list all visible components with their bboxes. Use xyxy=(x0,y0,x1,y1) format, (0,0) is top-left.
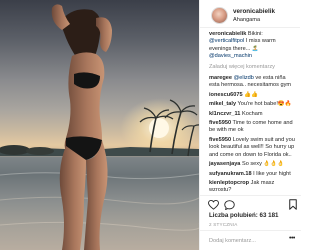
comment-bubble-icon[interactable] xyxy=(224,200,235,210)
comment-username[interactable]: five5950 xyxy=(209,137,231,143)
comment-item: ionescu6075 👍👍 xyxy=(209,92,297,99)
post-photo[interactable] xyxy=(0,0,199,250)
author-avatar[interactable] xyxy=(211,7,228,24)
caption-mention-2[interactable]: @davies_machin xyxy=(209,53,252,59)
bookmark-icon[interactable] xyxy=(289,199,297,210)
comment-item: kl1nczvr_11 Kocham xyxy=(209,111,297,118)
comment-username[interactable]: sufyanukram.18 xyxy=(209,171,252,177)
comment-item: kienleptopcrop Jak masz wzrostu? xyxy=(209,180,297,191)
comments-list[interactable]: veronicabielik Bikini: @verticalfitpol I… xyxy=(200,31,301,191)
comment-text: Kocham xyxy=(240,110,263,117)
comment-item: jayasenjaya So sexy 👌👌👌 xyxy=(209,161,297,168)
comment-item: five5950 Lovely swim suit and you look b… xyxy=(209,137,297,159)
comment-username[interactable]: jayasenjaya xyxy=(209,161,240,167)
more-options-icon[interactable]: ••• xyxy=(289,235,295,242)
comment-username[interactable]: kl1nczvr_11 xyxy=(209,111,240,117)
comment-mention[interactable]: @elizdb xyxy=(234,75,254,81)
caption-username[interactable]: veronicabielik xyxy=(209,31,246,37)
comment-username[interactable]: maregee xyxy=(209,75,232,81)
comment-text: I like your hight xyxy=(251,170,291,177)
post-actions-bar xyxy=(200,195,301,211)
comment-username[interactable]: five5950 xyxy=(209,120,231,126)
likes-label: Liczba polubień: xyxy=(209,212,260,219)
comment-item: five5950 Time to come home and be with m… xyxy=(209,120,297,135)
add-comment-bar: ••• xyxy=(200,230,301,250)
heart-icon[interactable] xyxy=(208,200,219,210)
comment-username[interactable]: kienleptopcrop xyxy=(209,180,249,186)
caption-emoji: 🏝️ xyxy=(251,45,259,52)
load-more-comments-link[interactable]: Załaduj więcej komentarzy xyxy=(209,64,297,71)
add-comment-input[interactable] xyxy=(209,235,287,247)
comment-username[interactable]: mikel_taly xyxy=(209,101,236,107)
caption: veronicabielik Bikini: @verticalfitpol I… xyxy=(209,31,297,61)
comment-item: maregee @elizdb ve esta niña esta hermos… xyxy=(209,75,297,90)
comment-item: mikel_taly You're hot babe!😍🔥 xyxy=(209,101,297,108)
post-header: veronicabielik Ahangama xyxy=(200,0,300,28)
post-location[interactable]: Ahangama xyxy=(233,17,260,23)
comment-username[interactable]: ionescu6075 xyxy=(209,92,243,98)
comment-text: So sexy 👌👌👌 xyxy=(240,161,285,168)
comment-text: 👍👍 xyxy=(242,91,259,98)
likes-count[interactable]: Liczba polubień: 63 181 xyxy=(209,212,278,219)
caption-mention-1[interactable]: @verticalfitpol xyxy=(209,38,244,44)
comment-text: You're hot babe!😍🔥 xyxy=(236,101,292,108)
likes-number: 63 181 xyxy=(259,212,279,219)
post-date[interactable]: 2 STYCZNIA xyxy=(209,222,238,227)
caption-text-1: Bikini: xyxy=(247,31,263,37)
post-sidebar: veronicabielik Ahangama veronicabielik B… xyxy=(199,0,301,250)
woman-figure-silhouette xyxy=(51,4,112,250)
comment-item: sufyanukram.18 I like your hight xyxy=(209,171,297,178)
author-username[interactable]: veronicabielik xyxy=(233,8,275,15)
